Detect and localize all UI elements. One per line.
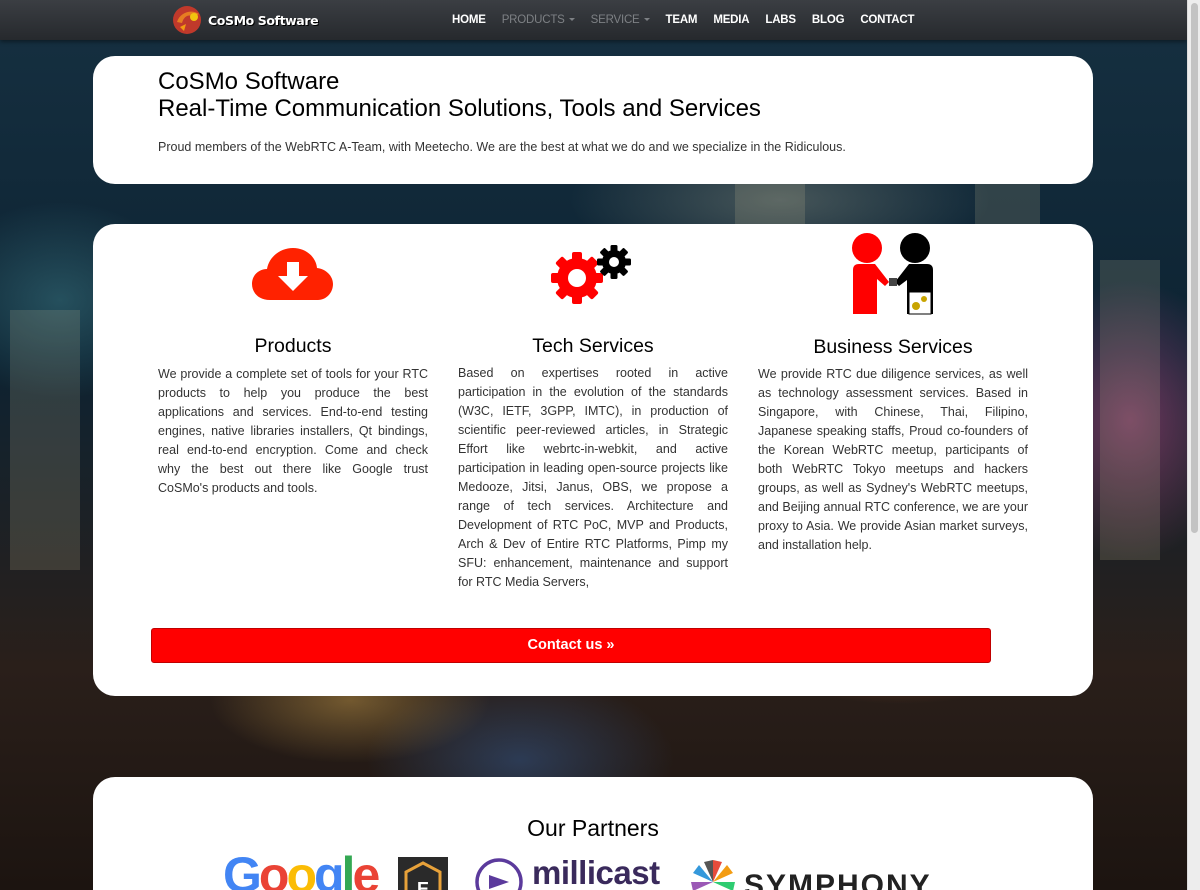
brand-link[interactable]: CoSMo Software: [172, 3, 319, 37]
google-logo[interactable]: Google: [223, 845, 380, 890]
nav-blog[interactable]: BLOG: [812, 14, 845, 26]
caret-down-icon: [643, 18, 650, 22]
millicast-wordmark: millicast: [532, 854, 660, 890]
tech-services-text: Based on expertises rooted in active par…: [458, 366, 728, 589]
nav-products-dropdown[interactable]: PRODUCTS: [502, 14, 575, 26]
hero-title-line1: CoSMo Software: [158, 68, 340, 95]
top-navbar: CoSMo Software HOME PRODUCTS SERVICE TEA…: [0, 0, 1187, 40]
nav-team[interactable]: TEAM: [666, 14, 698, 26]
millicast-logo[interactable]: millicast: [474, 854, 660, 890]
nav-service-label: SERVICE: [590, 14, 640, 26]
scrollbar-thumb[interactable]: [1191, 3, 1198, 533]
page-scrollbar[interactable]: [1187, 0, 1200, 890]
google-letter-l: l: [341, 847, 356, 890]
e-partner-logo[interactable]: E: [398, 857, 448, 890]
tech-services-title: Tech Services: [532, 335, 654, 357]
partners-title: Our Partners: [527, 815, 659, 841]
nav-service-dropdown[interactable]: SERVICE: [591, 14, 650, 26]
google-letter-o2: o: [286, 847, 316, 890]
business-services-text: We provide RTC due diligence services, a…: [758, 367, 1028, 552]
services-card: Products We provide a complete set of to…: [93, 224, 1093, 696]
nav-home[interactable]: HOME: [452, 14, 486, 26]
nav-media[interactable]: MEDIA: [713, 14, 749, 26]
partners-card: Our Partners Google E millicast SYMPHONY: [93, 777, 1093, 890]
cloud-download-icon: [252, 248, 333, 300]
google-letter-e: e: [352, 847, 380, 890]
products-title: Products: [254, 335, 332, 357]
hero-title-line2: Real-Time Communication Solutions, Tools…: [158, 95, 761, 122]
symphony-pinwheel-icon: [691, 860, 735, 890]
hero-tagline: Proud members of the WebRTC A-Team, with…: [158, 140, 846, 154]
google-letter-g: G: [223, 847, 262, 890]
google-letter-g2: g: [314, 847, 344, 890]
millicast-arrow-icon: [475, 858, 523, 890]
google-letter-o1: o: [258, 847, 289, 890]
hero-card: CoSMo Software Real-Time Communication S…: [93, 56, 1093, 184]
brand-name: CoSMo Software: [208, 12, 319, 28]
hero-title: CoSMo Software Real-Time Communication S…: [158, 68, 761, 122]
hexagon-e-icon: E: [404, 861, 442, 890]
caret-down-icon: [568, 18, 575, 22]
nav-labs[interactable]: LABS: [765, 14, 796, 26]
symphony-logo[interactable]: SYMPHONY: [688, 857, 932, 890]
contact-us-button[interactable]: Contact us »: [151, 628, 991, 663]
handshake-icon: [852, 233, 933, 315]
nav-contact[interactable]: CONTACT: [860, 14, 914, 26]
main-nav: HOME PRODUCTS SERVICE TEAM MEDIA LABS BL…: [444, 0, 922, 40]
nav-products-label: PRODUCTS: [501, 14, 565, 26]
business-services-title: Business Services: [813, 336, 973, 358]
gears-icon: [551, 245, 631, 304]
symphony-wordmark: SYMPHONY: [744, 869, 932, 890]
cosmo-logo-icon: [173, 6, 201, 34]
svg-text:E: E: [417, 879, 429, 890]
products-text: We provide a complete set of tools for y…: [158, 367, 428, 495]
